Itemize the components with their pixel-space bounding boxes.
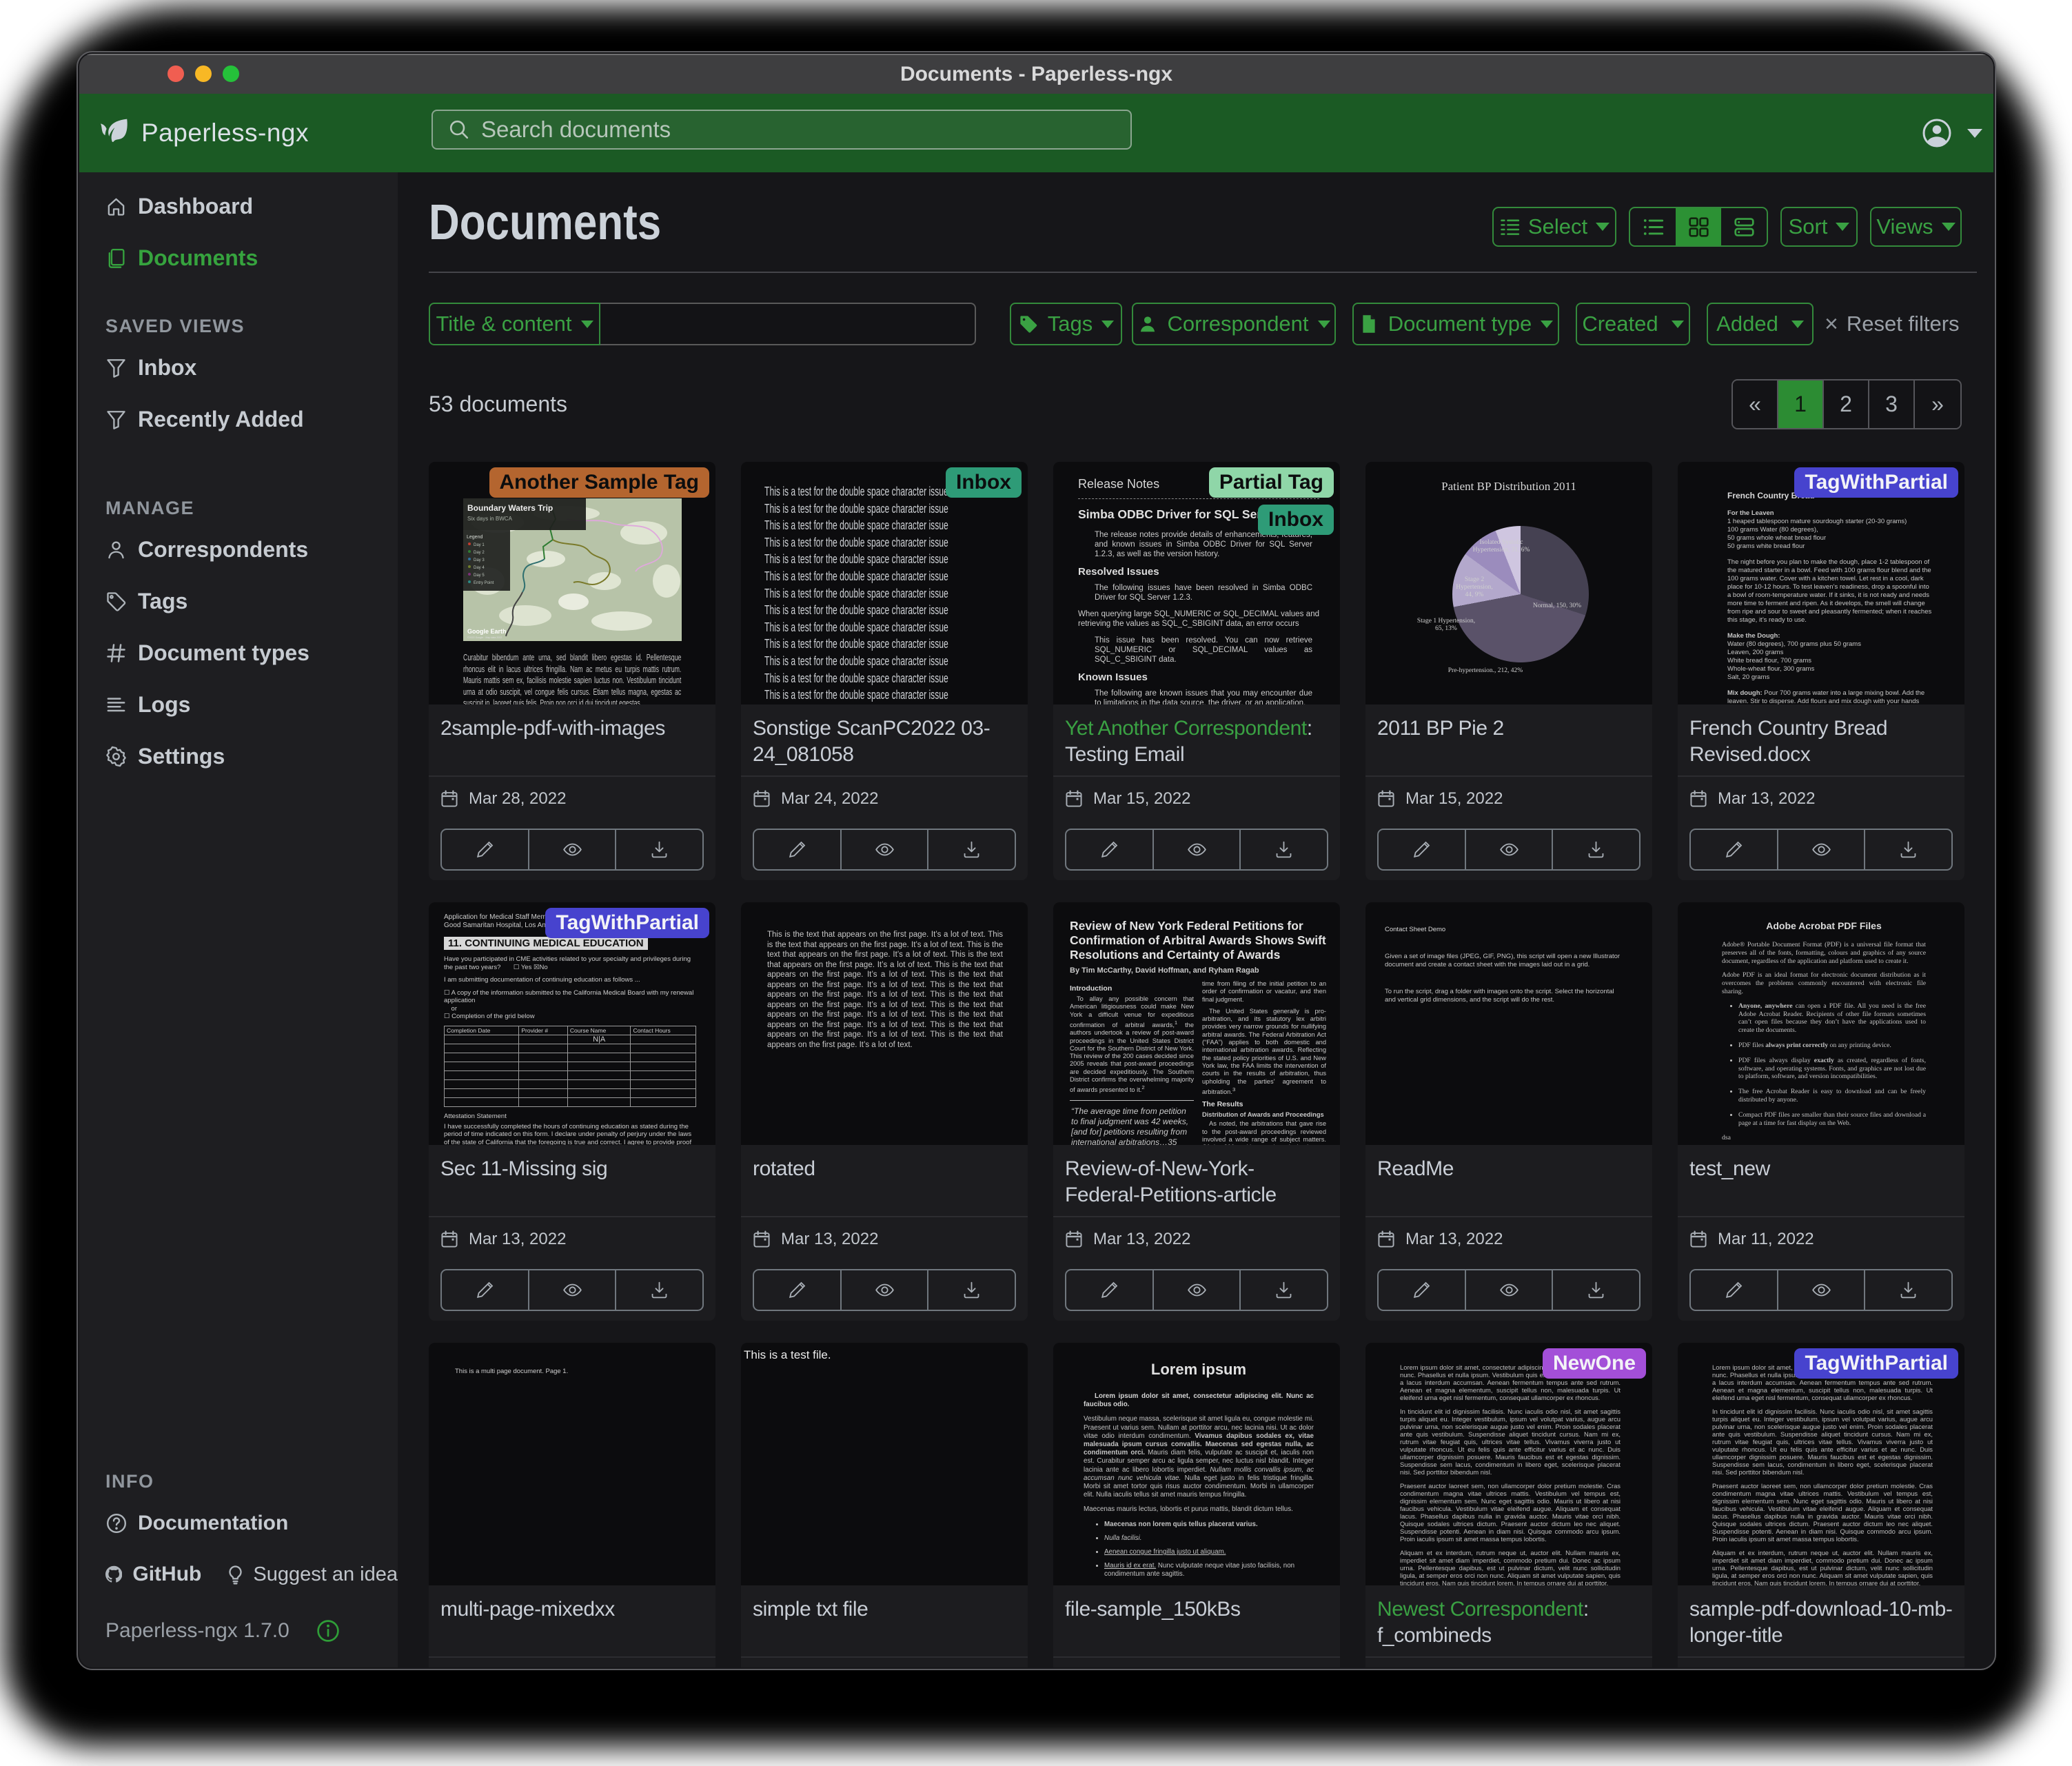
svg-text:Day 4: Day 4 [474,566,485,570]
svg-text:Entry Point: Entry Point [474,581,494,585]
svg-text:Google Earth: Google Earth [467,628,507,635]
svg-text:Day 3: Day 3 [474,558,485,562]
svg-text:Boundary Waters Trip: Boundary Waters Trip [467,503,553,513]
svg-text:©2022 Google · Map data 2022: ©2022 Google · Map data 2022 [467,636,502,639]
svg-text:Day 5: Day 5 [474,574,485,578]
svg-text:Day 1: Day 1 [474,543,485,547]
svg-text:Legend: Legend [467,535,483,540]
svg-text:Day 2: Day 2 [474,551,485,555]
svg-text:Six days in BWCA: Six days in BWCA [467,516,513,522]
